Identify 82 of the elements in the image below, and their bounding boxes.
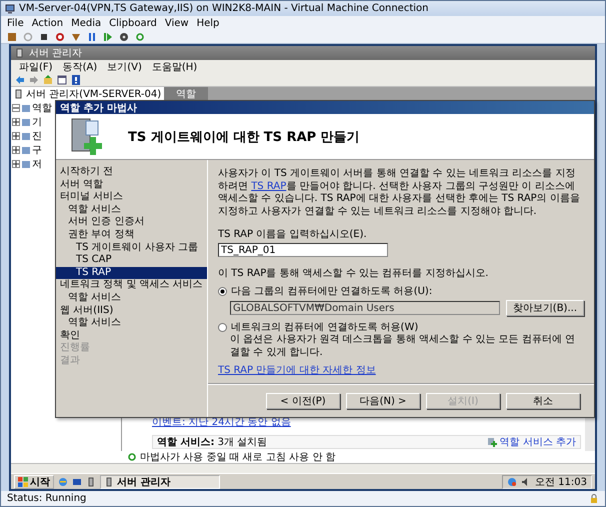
window-pane-icon[interactable]: [57, 75, 67, 85]
help-link[interactable]: TS RAP 만들기에 대한 자세한 정보: [218, 363, 584, 377]
description-text: 사용자가 이 TS 게이트웨이 서버를 통해 연결할 수 있는 네트워크 리소스를 지정하려면 TS RAP를 만들어야 합니다. 선택한 사용자 그룹의 구성원만 이 리소스에 액세스할 수 있습니다. TS RAP에 대한 사용자를 선택한 후에는 TS RAP의 이름을 지정하고 사용자가 연결할 수 있는 네트워크 리소스를 지정해야 합니다.: [218, 168, 581, 218]
server-icon: [15, 48, 25, 58]
name-input[interactable]: TS_RAP_01: [218, 243, 388, 257]
browse-button[interactable]: 찾아보기(B)...: [506, 300, 584, 316]
radio-icon[interactable]: [218, 322, 227, 332]
tree-item[interactable]: 기: [32, 115, 42, 129]
expander-icon[interactable]: [12, 160, 20, 168]
server-icon: [14, 88, 24, 98]
radio-option[interactable]: 다음 그룹의 컴퓨터에만 연결하도록 허용(U):: [218, 284, 584, 298]
back-arrow-icon[interactable]: [15, 75, 25, 85]
radio-icon[interactable]: [218, 286, 227, 296]
wizard-step[interactable]: TS RAP: [56, 266, 207, 280]
wizard-step[interactable]: 네트워크 정책 및 액세스 서비스: [56, 279, 207, 292]
menu-item[interactable]: File: [7, 18, 24, 28]
radio-option[interactable]: 네트워크의 컴퓨터에 연결하도록 허용(W): [218, 320, 584, 334]
disc-icon[interactable]: [119, 32, 129, 42]
expander-icon[interactable]: [12, 132, 20, 140]
menu-item[interactable]: Media: [71, 18, 102, 28]
folder-up-icon[interactable]: [43, 75, 53, 85]
tree-item[interactable]: 역할: [32, 101, 52, 115]
taskbar-button[interactable]: 서버 관리자: [100, 474, 220, 488]
clock: 오전 11:03: [535, 476, 587, 488]
group-field[interactable]: GLOBALSOFTVM₩Domain Users: [230, 301, 500, 315]
refresh-icon[interactable]: [135, 32, 145, 42]
wizard-button[interactable]: 다음(N) >: [346, 392, 420, 408]
pause-icon[interactable]: [87, 32, 97, 42]
stop-icon[interactable]: [7, 32, 17, 42]
add-role-services-link[interactable]: 역할 서비스 추가: [500, 435, 576, 449]
name-label: TS RAP 이름을 입력하십시오(E).: [218, 228, 368, 241]
add-icon: [486, 437, 497, 447]
menu-item[interactable]: Action: [32, 18, 64, 28]
wizard-step[interactable]: 역할 서비스: [56, 292, 207, 305]
play-icon[interactable]: [103, 32, 113, 42]
expander-icon[interactable]: [12, 118, 20, 126]
menu-item[interactable]: 도움말(H): [152, 60, 198, 74]
wizard-step[interactable]: 서버 역할: [56, 178, 207, 192]
role-services-summary: 역할 서비스: 3개 설치됨: [157, 436, 268, 449]
tree-item[interactable]: 저: [32, 157, 42, 171]
refresh-icon: [127, 452, 137, 462]
refresh-notice: 마법사가 사용 중일 때 새로 고침 사용 안 함: [140, 451, 336, 464]
wizard-button[interactable]: 취소: [506, 392, 580, 408]
wizard-step[interactable]: TS 게이트웨이 사용자 그룹: [56, 242, 207, 254]
wizard-step[interactable]: 서버 인증 인증서: [56, 216, 207, 229]
menu-item[interactable]: 보기(V): [107, 60, 142, 74]
window-title: VM-Server-04(VPN,TS Gateway,IIS) on WIN2K8-MAIN - Virtual Machine Connection: [19, 3, 428, 14]
desktop-icon[interactable]: [72, 476, 82, 486]
status-text: Status: Running: [7, 493, 86, 504]
wizard-step[interactable]: 웹 서버(IIS): [56, 304, 207, 318]
monitor-icon: [5, 4, 15, 14]
wizard-step[interactable]: 역할 서비스: [56, 204, 207, 216]
menu-item[interactable]: 동작(A): [62, 60, 98, 74]
wizard-button[interactable]: < 이전(P): [266, 392, 340, 408]
wizard-step[interactable]: 권한 부여 정책: [56, 228, 207, 242]
ts-rap-link[interactable]: TS RAP: [251, 180, 286, 192]
expander-icon[interactable]: [12, 104, 20, 112]
wizard-step[interactable]: 역할 서비스: [56, 317, 207, 330]
events-link[interactable]: 이벤트: 지난 24시간 동안 없음: [152, 415, 581, 429]
menu-item[interactable]: View: [164, 18, 189, 28]
menu-item[interactable]: Clipboard: [109, 18, 157, 28]
tree-root-tab[interactable]: 서버 관리자(VM-SERVER-04): [11, 87, 164, 100]
expander-icon[interactable]: [12, 146, 20, 154]
wizard-step[interactable]: 터미널 서비스: [56, 191, 207, 204]
triangle-down-icon[interactable]: [71, 32, 81, 42]
wizard-step[interactable]: TS CAP: [56, 254, 207, 267]
dialog-title: 역할 추가 마법사: [60, 102, 137, 114]
square-icon[interactable]: [39, 32, 49, 42]
four-squares-logo-icon: [18, 476, 28, 486]
tree-item[interactable]: 구: [32, 143, 42, 157]
wizard-step[interactable]: 시작하기 전: [56, 166, 207, 179]
lock-icon: [589, 494, 599, 504]
wizard-heading: TS 게이트웨이에 대한 TS RAP 만들기: [128, 128, 360, 146]
start-button[interactable]: 시작: [14, 474, 54, 488]
computers-label: 이 TS RAP를 통해 액세스할 수 있는 컴퓨터를 지정하십시오.: [218, 267, 490, 280]
menu-item[interactable]: 파일(F): [19, 60, 53, 74]
wizard-step[interactable]: 확인: [56, 330, 207, 342]
menu-item[interactable]: Help: [196, 18, 220, 28]
section-header: 역할: [164, 87, 208, 100]
app-title: 서버 관리자: [29, 47, 82, 60]
tree-item[interactable]: 진: [32, 129, 42, 143]
option-note: 이 옵션은 사용자가 원격 데스크톱을 통해 액세스할 수 있는 모든 컴퓨터에 연결할 수 있게 합니다.: [230, 334, 576, 359]
